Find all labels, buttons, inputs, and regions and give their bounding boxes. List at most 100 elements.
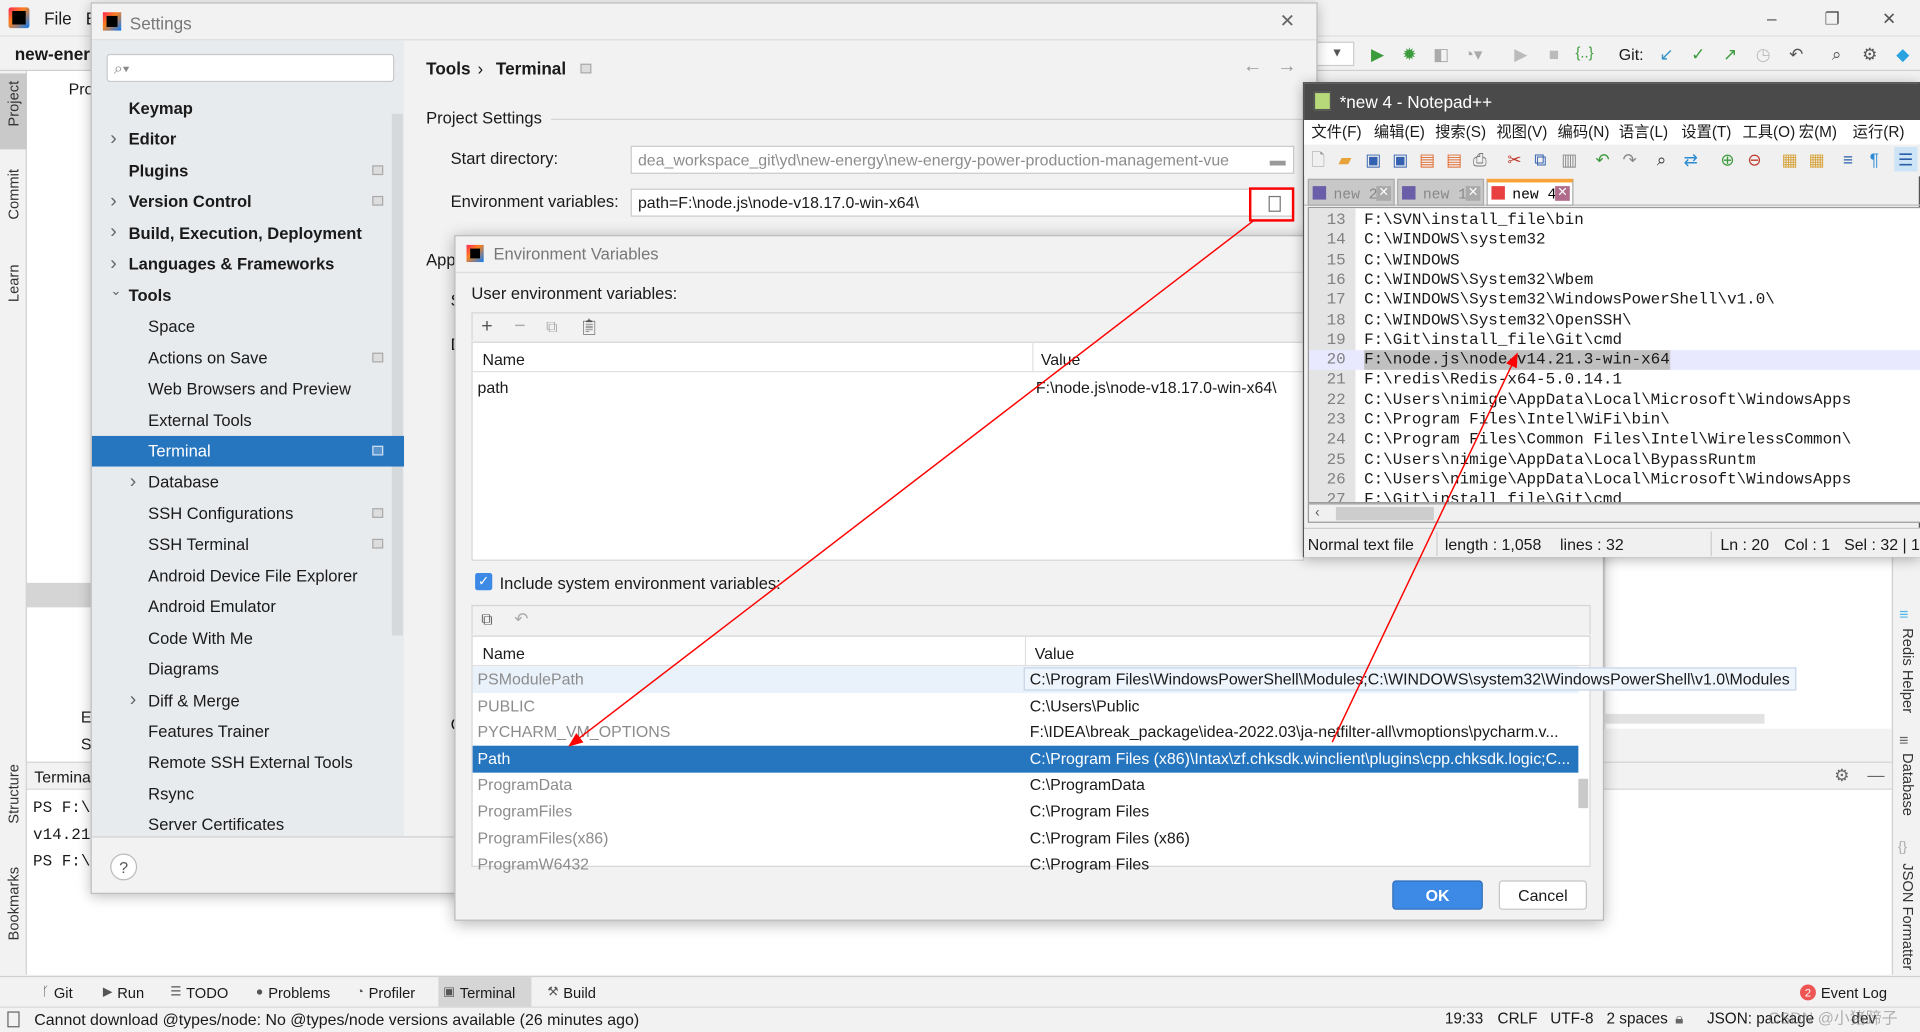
show-all-chars-icon[interactable]: ¶ [1870, 151, 1879, 168]
json-braces-icon[interactable]: {..} [1573, 44, 1595, 61]
text-line[interactable]: 17 C:\WINDOWS\System32\WindowsPowerShell\… [1309, 290, 1920, 310]
strip-commit[interactable]: Commit [5, 169, 22, 220]
settings-nav-item[interactable]: Plugins [92, 155, 404, 186]
editor-h-scrollbar[interactable] [1605, 713, 1765, 724]
table-row[interactable]: ProgramFiles C:\Program Files [473, 798, 1579, 825]
close-tab-icon[interactable]: ✕ [1376, 186, 1392, 201]
tool-window-run[interactable]: ▶ Run [98, 977, 149, 1008]
settings-nav-item[interactable]: › Diff & Merge [92, 685, 404, 716]
tool-window-problems[interactable]: ● Problems [251, 977, 335, 1008]
column-value[interactable]: Value [1041, 350, 1081, 368]
settings-nav-item[interactable]: Diagrams [92, 654, 404, 685]
strip-redis-helper[interactable]: Redis Helper [1899, 628, 1916, 713]
undo-icon[interactable]: ↶ [1596, 151, 1610, 168]
start-directory-input[interactable]: dea_workspace_git\yd\new-energy\new-ener… [630, 145, 1295, 174]
settings-nav-item[interactable]: Code With Me [92, 623, 404, 654]
tool-window-profiler[interactable]: ◔ Profiler [351, 977, 420, 1008]
chevron-right-icon[interactable]: › [130, 689, 137, 711]
debug-icon[interactable]: ✹ [1398, 44, 1420, 65]
tool-window-build[interactable]: ⚒ Build [542, 977, 600, 1008]
settings-nav-item[interactable]: Server Certificates [92, 810, 404, 837]
zoom-in-icon[interactable]: ⊕ [1720, 151, 1734, 168]
resume-icon[interactable]: ▶ [1510, 44, 1532, 65]
settings-nav-item[interactable]: › Editor [92, 124, 404, 155]
status-message[interactable]: Cannot download @types/node: No @types/n… [34, 1010, 639, 1028]
redo-icon[interactable]: ↷ [1622, 151, 1636, 168]
terminal-settings-gear-icon[interactable]: ⚙ [1834, 767, 1849, 784]
settings-nav-item[interactable]: SSH Configurations [92, 498, 404, 529]
new-file-icon[interactable]: 🗋 [1311, 151, 1325, 168]
settings-nav-item[interactable]: Rsync [92, 779, 404, 810]
scroll-thumb[interactable] [1335, 506, 1434, 521]
paste-icon[interactable]: 📋︎ [579, 318, 599, 334]
notepad-menu-item[interactable]: 宏(M) [1799, 125, 1837, 140]
env-vars-browse-button[interactable] [1248, 187, 1295, 222]
strip-database[interactable]: Database [1899, 753, 1916, 816]
strip-project[interactable]: Project [5, 81, 22, 127]
table-row[interactable]: PSModulePath C:\Program Files\WindowsPowe… [472, 666, 1796, 694]
strip-json-formatter[interactable]: JSON Formatter [1899, 863, 1916, 970]
back-arrow-icon[interactable]: ← [1243, 57, 1263, 78]
copy-icon[interactable]: ⧉ [481, 611, 492, 627]
table-row[interactable]: PYCHARM_VM_OPTIONS F:\IDEA\break_package\… [473, 719, 1579, 746]
tool-window-git[interactable]: ᚴ Git [37, 977, 78, 1008]
notepad-tab[interactable]: new 1 ✕ [1397, 178, 1485, 206]
system-table-scrollbar[interactable] [1578, 778, 1589, 809]
close-tab-icon[interactable]: ✕ [1465, 186, 1481, 201]
save-all-icon[interactable]: ▣ [1392, 151, 1408, 168]
settings-gear-icon[interactable]: ⚙ [1859, 44, 1881, 65]
table-row[interactable]: Path C:\Program Files (x86)\Intax\zf.chks… [472, 745, 1579, 773]
text-line[interactable]: 16 C:\WINDOWS\System32\Wbem [1309, 270, 1920, 290]
include-system-checkbox[interactable]: ✓ [475, 573, 493, 591]
notepad-menu-item[interactable]: 运行(R) [1853, 125, 1905, 140]
column-value[interactable]: Value [1035, 644, 1075, 662]
settings-nav-item[interactable]: › Build, Execution, Deployment [92, 218, 404, 249]
settings-nav-item[interactable]: Actions on Save [92, 342, 404, 373]
notepad-h-scrollbar[interactable]: ‹ [1307, 503, 1920, 523]
notepad-menu-item[interactable]: 设置(T) [1681, 125, 1731, 140]
git-push-icon[interactable]: ↗ [1719, 44, 1741, 65]
run-icon[interactable]: ▶ [1367, 44, 1389, 65]
chevron-right-icon[interactable]: › [110, 191, 117, 213]
open-file-icon[interactable]: ▰ [1338, 151, 1351, 168]
text-line[interactable]: 25 C:\Users\nimige\AppData\Local\BypassRu… [1309, 450, 1920, 470]
breadcrumb-parent[interactable]: Tools [426, 60, 470, 77]
strip-structure[interactable]: Structure [5, 764, 22, 824]
indent-guide-icon[interactable]: ☰ [1894, 146, 1918, 172]
git-commit-icon[interactable]: ✓ [1687, 44, 1709, 65]
text-line[interactable]: 18 C:\WINDOWS\System32\OpenSSH\ [1309, 310, 1920, 330]
notepad-editor[interactable]: 13 F:\SVN\install_file\bin 14 C:\WINDOWS\sy… [1307, 206, 1920, 504]
include-system-label[interactable]: Include system environment variables: [500, 575, 781, 593]
tool-window-terminal[interactable]: ▣ Terminal [438, 977, 532, 1008]
text-line[interactable]: 23 C:\Program Files\Intel\WiFi\bin\ [1309, 410, 1920, 430]
strip-bookmarks[interactable]: Bookmarks [5, 867, 22, 941]
undo-icon[interactable]: ↶ [514, 610, 528, 627]
settings-nav-item[interactable]: Keymap [92, 93, 404, 124]
close-file-icon[interactable]: ▤ [1419, 151, 1435, 168]
save-icon[interactable]: ▣ [1365, 151, 1381, 168]
text-line[interactable]: 22 C:\Users\nimige\AppData\Local\Microsof… [1309, 390, 1920, 410]
notepad-menu-item[interactable]: 编辑(E) [1374, 125, 1425, 140]
chevron-right-icon[interactable]: › [110, 128, 117, 150]
notepad-menu-item[interactable]: 搜索(S) [1435, 125, 1486, 140]
folder-icon[interactable]: ▬ [1270, 151, 1286, 169]
table-row[interactable]: ProgramFiles(x86) C:\Program Files (x86) [473, 825, 1579, 852]
settings-nav-item[interactable]: External Tools [92, 405, 404, 436]
paste-icon[interactable]: ▥ [1561, 151, 1577, 168]
lock-icon[interactable]: 🔒︎ [1675, 1010, 1683, 1028]
env-vars-input[interactable]: path=F:\node.js\node-v18.17.0-win-x64\ [630, 188, 1295, 217]
status-line-separator[interactable]: CRLF [1498, 1010, 1538, 1027]
settings-nav-item[interactable]: Terminal [91, 435, 405, 467]
settings-close-button[interactable]: ✕ [1280, 12, 1295, 30]
copy-icon[interactable]: ⧉ [546, 318, 557, 334]
zoom-out-icon[interactable]: ⊖ [1747, 151, 1761, 168]
table-row[interactable]: PUBLIC C:\Users\Public [473, 693, 1579, 720]
notepad-menu-item[interactable]: 视图(V) [1496, 125, 1547, 140]
notepad-menu-item[interactable]: 文件(F) [1311, 125, 1361, 140]
word-wrap-icon[interactable]: ≡ [1843, 151, 1853, 168]
text-line[interactable]: 24 C:\Program Files\Common Files\Intel\Wi… [1309, 430, 1920, 450]
chevron-right-icon[interactable]: › [110, 222, 117, 244]
settings-nav-item[interactable]: Features Trainer [92, 716, 404, 747]
settings-nav-item[interactable]: Web Browsers and Preview [92, 374, 404, 405]
settings-nav-item[interactable]: › Database [92, 467, 404, 498]
